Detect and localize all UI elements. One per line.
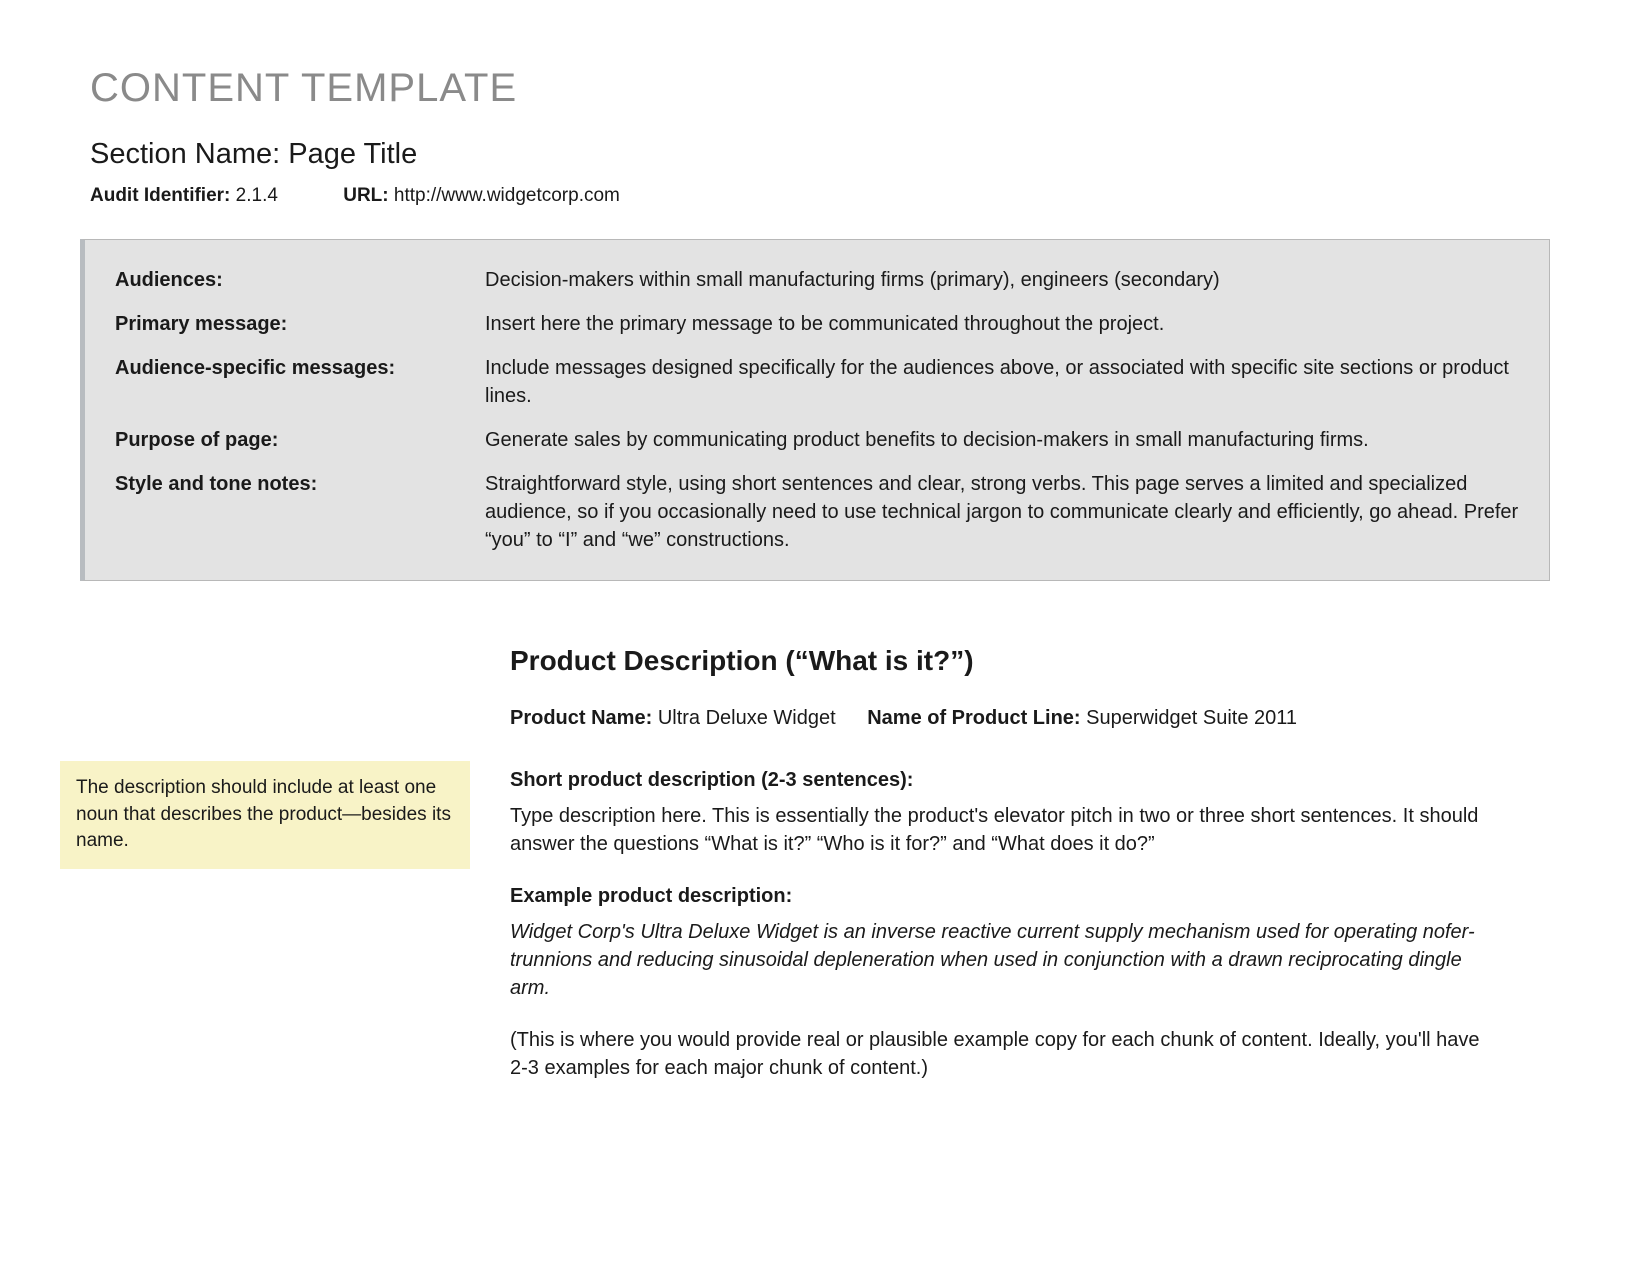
audit-identifier-value: 2.1.4 xyxy=(236,185,278,206)
info-row: Primary message: Insert here the primary… xyxy=(115,310,1519,338)
info-row: Purpose of page: Generate sales by commu… xyxy=(115,426,1519,454)
short-description-label: Short product description (2-3 sentences… xyxy=(510,766,1501,794)
section-name-heading: Section Name: Page Title xyxy=(90,134,1561,175)
info-label-audiences: Audiences: xyxy=(115,266,485,294)
product-meta-line: Product Name: Ultra Deluxe Widget Name o… xyxy=(510,704,1501,732)
example-description-body: Widget Corp's Ultra Deluxe Widget is an … xyxy=(510,918,1501,1002)
header-meta-line: Audit Identifier: 2.1.4 URL: http://www.… xyxy=(90,183,1561,210)
url-label: URL: xyxy=(343,185,388,206)
product-name-label: Product Name: xyxy=(510,707,652,729)
example-note-text: (This is where you would provide real or… xyxy=(510,1026,1501,1082)
info-label-purpose: Purpose of page: xyxy=(115,426,485,454)
page-main-title: CONTENT TEMPLATE xyxy=(90,60,1561,116)
url-value: http://www.widgetcorp.com xyxy=(394,185,620,206)
info-value-style-tone: Straightforward style, using short sente… xyxy=(485,470,1519,554)
product-description-heading: Product Description (“What is it?”) xyxy=(510,641,1501,680)
info-value-primary-message: Insert here the primary message to be co… xyxy=(485,310,1519,338)
info-label-style-tone: Style and tone notes: xyxy=(115,470,485,498)
product-name-value: Ultra Deluxe Widget xyxy=(658,707,836,729)
body-area: The description should include at least … xyxy=(90,641,1561,1106)
info-value-purpose: Generate sales by communicating product … xyxy=(485,426,1519,454)
info-value-audiences: Decision-makers within small manufacturi… xyxy=(485,266,1519,294)
example-description-label: Example product description: xyxy=(510,882,1501,910)
info-box: Audiences: Decision-makers within small … xyxy=(80,239,1550,581)
product-line-value: Superwidget Suite 2011 xyxy=(1086,707,1297,729)
info-row: Audience-specific messages: Include mess… xyxy=(115,354,1519,410)
info-label-audience-specific: Audience-specific messages: xyxy=(115,354,485,382)
short-description-body: Type description here. This is essential… xyxy=(510,802,1501,858)
info-row: Style and tone notes: Straightforward st… xyxy=(115,470,1519,554)
info-row: Audiences: Decision-makers within small … xyxy=(115,266,1519,294)
main-column: Product Description (“What is it?”) Prod… xyxy=(510,641,1561,1106)
product-line-label: Name of Product Line: xyxy=(867,707,1080,729)
info-value-audience-specific: Include messages designed specifically f… xyxy=(485,354,1519,410)
info-label-primary-message: Primary message: xyxy=(115,310,485,338)
audit-identifier-label: Audit Identifier: xyxy=(90,185,230,206)
side-note-box: The description should include at least … xyxy=(60,761,470,869)
side-column: The description should include at least … xyxy=(90,641,510,1106)
